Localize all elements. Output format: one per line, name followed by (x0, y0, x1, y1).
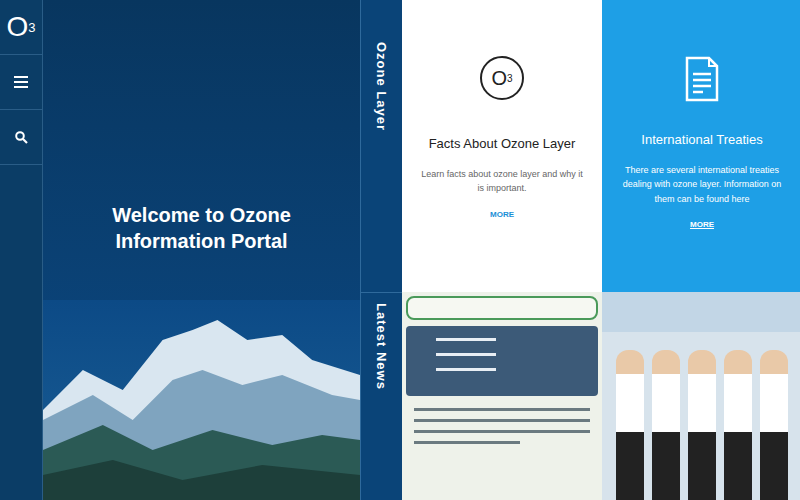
award-photo[interactable] (602, 292, 800, 500)
more-link[interactable]: MORE (690, 220, 714, 229)
logo[interactable]: O3 (0, 0, 42, 55)
info-card: International Treaties There are several … (602, 0, 800, 292)
card-title: International Treaties (641, 132, 762, 147)
side-tabs: Ozone LayerLatest News (360, 0, 402, 500)
card-text: There are several international treaties… (620, 163, 784, 206)
menu-button[interactable] (0, 55, 42, 110)
side-tab[interactable]: Latest News (361, 293, 402, 500)
portal-page: O3 Welcome to Ozone Information Portal Ozo… (0, 0, 800, 500)
card-title: Facts About Ozone Layer (429, 136, 576, 151)
ozone-badge-icon: O3 (480, 56, 524, 100)
hero-title: Welcome to Ozone Information Portal (97, 202, 307, 254)
side-tab[interactable]: Ozone Layer (361, 0, 402, 293)
info-card: O3 Facts About Ozone Layer Learn facts abo… (402, 0, 602, 292)
card-text: Learn facts about ozone layer and why it… (420, 167, 584, 196)
more-link[interactable]: MORE (490, 210, 514, 219)
hero: Welcome to Ozone Information Portal (43, 0, 360, 500)
contest-poster-image[interactable] (402, 292, 602, 500)
sidebar: O3 (0, 0, 43, 500)
mountain-photo (43, 300, 360, 500)
search-button[interactable] (0, 110, 42, 165)
content: O3 Facts About Ozone Layer Learn facts abo… (402, 0, 800, 500)
search-icon (15, 131, 28, 144)
document-icon (685, 56, 719, 102)
hamburger-icon (14, 76, 28, 88)
